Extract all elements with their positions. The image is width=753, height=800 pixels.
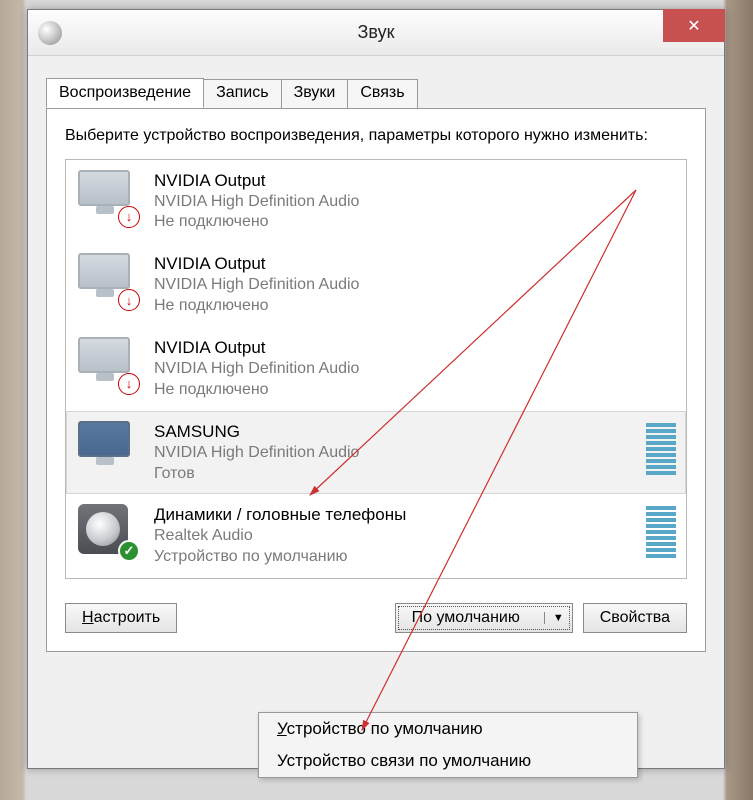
dialog-content: Воспроизведение Запись Звуки Связь Выбер…	[28, 56, 724, 670]
device-status: Не подключено	[154, 212, 676, 233]
tab-playback[interactable]: Воспроизведение	[46, 78, 204, 108]
device-name: NVIDIA Output	[154, 253, 676, 275]
menu-item-default-comm-device[interactable]: Устройство связи по умолчанию	[259, 745, 637, 777]
device-name: Динамики / головные телефоны	[154, 504, 638, 526]
device-name: SAMSUNG	[154, 421, 638, 443]
speaker-icon	[78, 504, 136, 558]
app-icon	[38, 21, 62, 45]
device-status: Готов	[154, 464, 638, 485]
device-driver: NVIDIA High Definition Audio	[154, 359, 676, 380]
device-row[interactable]: Динамики / головные телефоныRealtek Audi…	[66, 494, 686, 578]
device-driver: NVIDIA High Definition Audio	[154, 275, 676, 296]
device-status: Не подключено	[154, 296, 676, 317]
monitor-icon	[78, 337, 136, 391]
tabstrip: Воспроизведение Запись Звуки Связь	[46, 79, 706, 109]
device-status: Не подключено	[154, 380, 676, 401]
tab-recording[interactable]: Запись	[203, 79, 282, 109]
device-name: NVIDIA Output	[154, 337, 676, 359]
monitor-icon	[78, 253, 136, 307]
device-row[interactable]: NVIDIA OutputNVIDIA High Definition Audi…	[66, 160, 686, 244]
monitor-active-icon	[78, 421, 136, 475]
properties-button[interactable]: Свойства	[583, 603, 687, 633]
level-meter-icon	[646, 421, 676, 475]
device-driver: NVIDIA High Definition Audio	[154, 192, 676, 213]
close-button[interactable]: ✕	[663, 9, 725, 42]
device-list[interactable]: NVIDIA OutputNVIDIA High Definition Audi…	[65, 159, 687, 579]
tab-communications[interactable]: Связь	[347, 79, 417, 109]
device-row[interactable]: SAMSUNGNVIDIA High Definition AudioГотов	[66, 411, 686, 495]
device-row[interactable]: NVIDIA OutputNVIDIA High Definition Audi…	[66, 327, 686, 411]
titlebar[interactable]: Звук ✕	[28, 10, 724, 56]
tab-sounds[interactable]: Звуки	[281, 79, 349, 109]
device-driver: Realtek Audio	[154, 526, 638, 547]
device-status: Устройство по умолчанию	[154, 547, 638, 568]
set-default-button[interactable]: По умолчанию ▼	[395, 603, 573, 633]
disconnected-badge-icon	[118, 206, 140, 228]
set-default-label: По умолчанию	[412, 609, 520, 627]
dropdown-caret-icon[interactable]: ▼	[544, 612, 564, 624]
button-row: Настроить По умолчанию ▼ Свойства	[65, 603, 687, 633]
device-driver: NVIDIA High Definition Audio	[154, 443, 638, 464]
disconnected-badge-icon	[118, 289, 140, 311]
monitor-icon	[78, 170, 136, 224]
instructions-label: Выберите устройство воспроизведения, пар…	[65, 125, 687, 147]
close-icon: ✕	[687, 16, 700, 36]
menu-item-default-device[interactable]: Устройство по умолчанию	[259, 713, 637, 745]
tab-panel: Выберите устройство воспроизведения, пар…	[46, 108, 706, 652]
device-name: NVIDIA Output	[154, 170, 676, 192]
disconnected-badge-icon	[118, 373, 140, 395]
sound-dialog: Звук ✕ Воспроизведение Запись Звуки Связ…	[27, 9, 725, 769]
default-dropdown-menu[interactable]: Устройство по умолчанию Устройство связи…	[258, 712, 638, 778]
device-row[interactable]: NVIDIA OutputNVIDIA High Definition Audi…	[66, 243, 686, 327]
window-title: Звук	[28, 22, 724, 43]
check-badge-icon	[118, 540, 140, 562]
configure-button[interactable]: Настроить	[65, 603, 177, 633]
level-meter-icon	[646, 504, 676, 558]
